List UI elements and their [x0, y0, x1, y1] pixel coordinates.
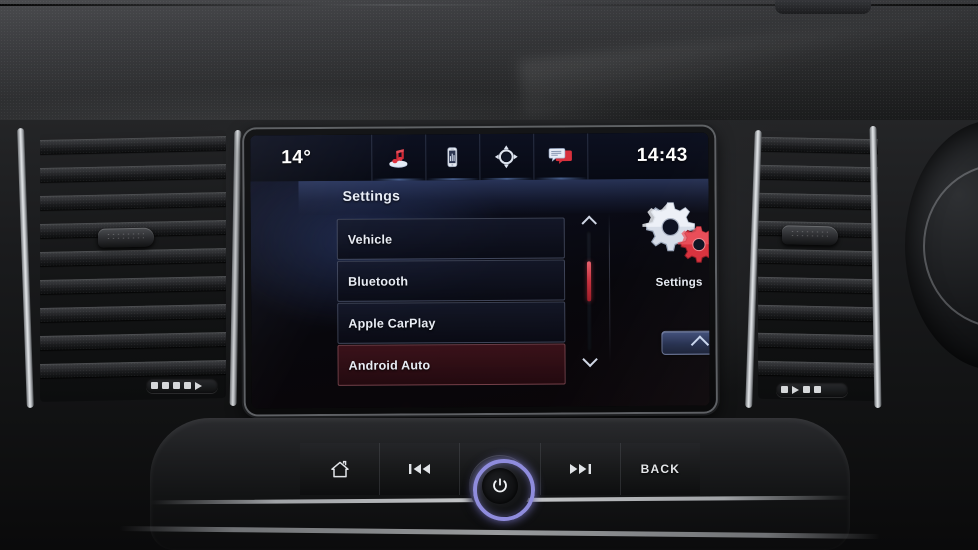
air-vent-right[interactable] [758, 130, 878, 402]
audio-icon [385, 144, 411, 170]
panel-divider [608, 213, 611, 364]
air-vent-right-direction-slider[interactable] [776, 382, 848, 397]
settings-list: Vehicle Bluetooth Apple CarPlay Android … [336, 217, 566, 386]
settings-screen-content: Settings Vehicle Bluetooth Apple CarPlay… [250, 178, 710, 409]
air-vent-left[interactable] [40, 130, 226, 402]
scroll-up-page-button[interactable] [661, 330, 710, 355]
navigation-icon [492, 143, 520, 171]
next-track-icon [567, 461, 593, 477]
list-item-label: Bluetooth [348, 273, 409, 289]
air-vent-right-thumbwheel[interactable] [782, 225, 838, 246]
settings-tile-label: Settings [655, 276, 703, 289]
outside-temperature: 14° [281, 147, 312, 169]
scroll-up-button[interactable] [580, 215, 597, 232]
navigation-app-button[interactable] [478, 133, 533, 181]
home-button[interactable] [300, 443, 380, 495]
back-button[interactable]: BACK [619, 443, 701, 495]
phone-icon [439, 144, 465, 170]
status-bar-app-icons [342, 133, 616, 181]
scrollbar-thumb[interactable] [586, 261, 592, 302]
power-icon [491, 477, 509, 495]
settings-panel: Settings Vehicle Bluetooth Apple CarPlay… [298, 178, 710, 409]
list-item[interactable]: Vehicle [336, 217, 565, 260]
dashboard-speaker-nub [775, 0, 871, 14]
gears-icon [636, 201, 710, 274]
list-item-label: Android Auto [348, 357, 431, 373]
phone-app-button[interactable] [424, 134, 479, 181]
list-item[interactable]: Apple CarPlay [337, 301, 566, 344]
status-bar: 14° 14:43 [250, 132, 709, 182]
air-vent-left-direction-slider[interactable] [146, 378, 218, 393]
list-item[interactable]: Android Auto [337, 343, 566, 386]
list-item[interactable]: Bluetooth [336, 259, 566, 302]
chevron-up-icon [690, 334, 709, 354]
previous-track-icon [407, 461, 433, 477]
power-volume-knob[interactable] [469, 455, 535, 521]
dashboard-seam [0, 4, 978, 6]
audio-app-button[interactable] [370, 134, 425, 181]
dashboard-crease-highlight [518, 11, 978, 121]
scroll-down-button[interactable] [581, 351, 598, 368]
page-title: Settings [342, 187, 401, 204]
home-icon [330, 460, 350, 479]
list-item-label: Vehicle [347, 232, 393, 247]
air-vent-left-thumbwheel[interactable] [98, 227, 154, 248]
back-button-label: BACK [640, 462, 681, 476]
messages-app-button[interactable] [532, 133, 588, 180]
messages-icon [546, 143, 574, 169]
chevron-up-icon [580, 215, 597, 232]
previous-track-button[interactable] [379, 443, 460, 495]
chevron-down-icon [581, 351, 598, 368]
dashboard-top-surface [0, 0, 978, 140]
infotainment-screen[interactable]: 14° 14:43 Settings Vehicle Bluetooth App… [250, 132, 710, 409]
infotainment-screen-bezel: 14° 14:43 Settings Vehicle Bluetooth App… [244, 126, 716, 415]
clock: 14:43 [636, 144, 688, 167]
settings-tile[interactable]: Settings [625, 200, 710, 305]
list-item-label: Apple CarPlay [348, 315, 436, 331]
list-scrollbar[interactable] [579, 215, 600, 368]
next-track-button[interactable] [539, 443, 620, 495]
dashboard-scene: 14° 14:43 Settings Vehicle Bluetooth App… [0, 0, 978, 550]
